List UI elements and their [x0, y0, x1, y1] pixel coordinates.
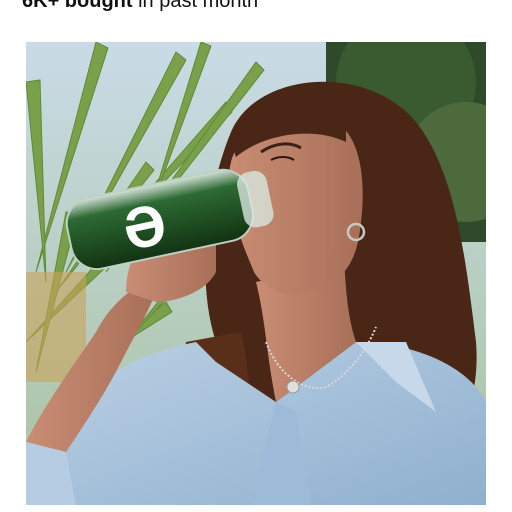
bought-period: in past month [138, 0, 259, 12]
product-main-image[interactable]: Ə [26, 42, 486, 505]
purchase-count-text: 6K+ bought in past month [22, 0, 258, 11]
bought-count: 6K+ bought [22, 0, 133, 12]
product-page: 6K+ bought in past month Ə [0, 0, 512, 512]
necklace-pendant-icon [286, 380, 300, 394]
product-photo: Ə [26, 42, 486, 505]
